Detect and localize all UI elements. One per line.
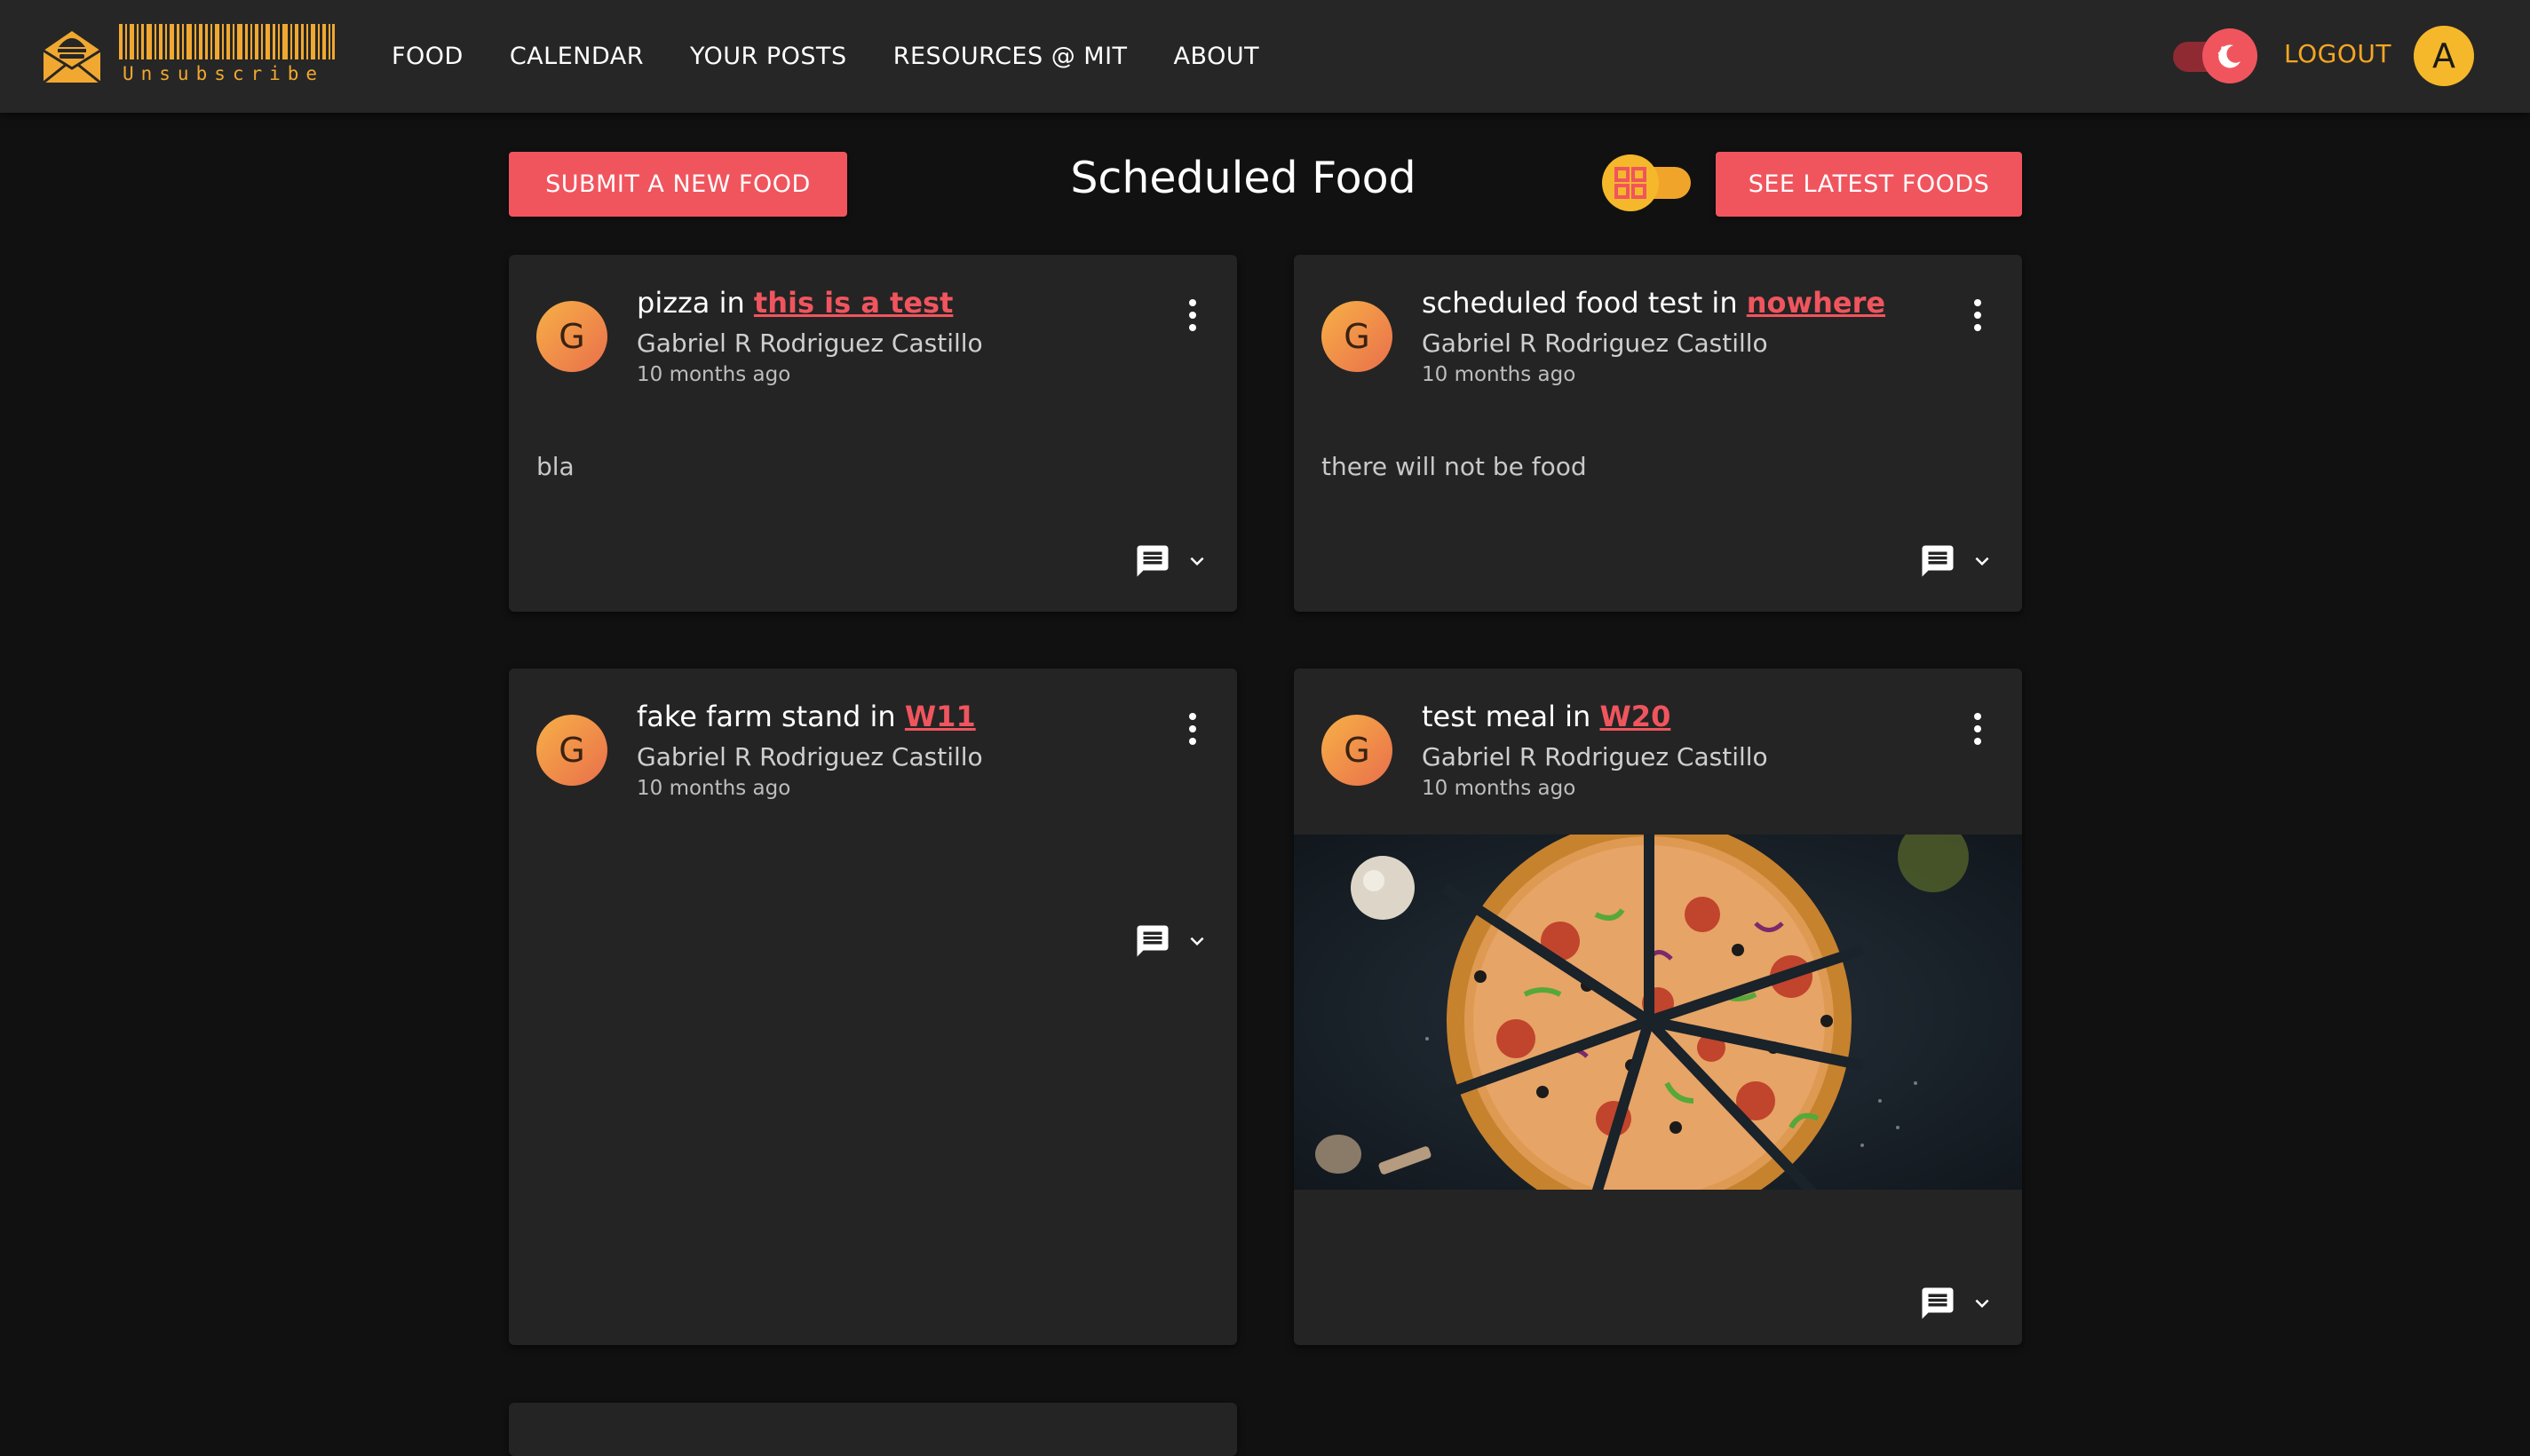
grid-icon <box>1614 167 1646 199</box>
page-title: Scheduled Food <box>1070 153 1416 203</box>
comment-icon[interactable] <box>1919 1285 1956 1322</box>
post-author: Gabriel R Rodriguez Castillo <box>1422 742 1768 772</box>
chevron-down-icon[interactable] <box>1969 548 1995 574</box>
post-location-prefix: in <box>869 700 896 733</box>
post-timestamp: 10 months ago <box>637 363 791 386</box>
post-food-name: fake farm stand <box>637 700 861 733</box>
post-location-link[interactable]: W20 <box>1600 700 1671 733</box>
post-timestamp: 10 months ago <box>1422 777 1576 800</box>
more-options-icon[interactable] <box>1179 709 1206 748</box>
nav-link-about[interactable]: ABOUT <box>1174 43 1260 70</box>
post-food-name: scheduled food test <box>1422 286 1703 320</box>
chevron-down-icon[interactable] <box>1969 1290 1995 1317</box>
user-avatar[interactable]: A <box>2414 26 2474 86</box>
logo-wordmark: Unsubscribe <box>123 63 325 84</box>
author-avatar: G <box>536 715 607 786</box>
submit-new-food-button[interactable]: SUBMIT A NEW FOOD <box>509 152 847 217</box>
nav-link-calendar[interactable]: CALENDAR <box>510 43 644 70</box>
view-toggle-knob <box>1602 154 1659 211</box>
food-post-card: G test meal in W20 Gabriel R Rodriguez C… <box>1294 669 2022 1345</box>
moon-icon <box>2217 44 2241 68</box>
post-location-prefix: in <box>1565 700 1591 733</box>
barcode-icon <box>119 24 335 59</box>
food-post-card: G pizza in this is a test Gabriel R Rodr… <box>509 255 1237 612</box>
post-title: scheduled food test in nowhere <box>1422 286 1885 320</box>
top-navbar: Unsubscribe FOOD CALENDAR YOUR POSTS RES… <box>0 0 2530 113</box>
post-food-name: test meal <box>1422 700 1556 733</box>
view-toggle[interactable] <box>1602 154 1691 211</box>
comment-icon[interactable] <box>1919 542 1956 580</box>
post-location-prefix: in <box>718 286 745 320</box>
food-post-card: G scheduled food test in nowhere Gabriel… <box>1294 255 2022 612</box>
post-timestamp: 10 months ago <box>637 777 791 800</box>
nav-link-food[interactable]: FOOD <box>392 43 464 70</box>
post-actions <box>1919 1281 1999 1325</box>
more-options-icon[interactable] <box>1964 709 1991 748</box>
comment-icon[interactable] <box>1134 922 1171 960</box>
comment-icon[interactable] <box>1134 542 1171 580</box>
author-avatar: G <box>536 301 607 372</box>
post-location-link[interactable]: nowhere <box>1747 286 1885 320</box>
nav-links: FOOD CALENDAR YOUR POSTS RESOURCES @ MIT… <box>392 0 1259 113</box>
post-author: Gabriel R Rodriguez Castillo <box>637 742 983 772</box>
nav-link-your-posts[interactable]: YOUR POSTS <box>690 43 847 70</box>
post-description: there will not be food <box>1321 452 1587 481</box>
more-options-icon[interactable] <box>1964 296 1991 335</box>
post-title: test meal in W20 <box>1422 700 1670 733</box>
envelope-burger-icon <box>43 31 101 84</box>
post-location-prefix: in <box>1711 286 1738 320</box>
author-avatar: G <box>1321 301 1392 372</box>
post-timestamp: 10 months ago <box>1422 363 1576 386</box>
food-photo <box>1294 835 2022 1190</box>
post-title: pizza in this is a test <box>637 286 953 320</box>
see-latest-foods-button[interactable]: SEE LATEST FOODS <box>1716 152 2022 217</box>
post-actions <box>1134 539 1214 583</box>
post-actions <box>1919 539 1999 583</box>
nav-link-resources[interactable]: RESOURCES @ MIT <box>893 43 1128 70</box>
post-author: Gabriel R Rodriguez Castillo <box>1422 328 1768 358</box>
food-post-card-partial <box>509 1403 1237 1456</box>
post-title: fake farm stand in W11 <box>637 700 976 733</box>
food-post-card: G fake farm stand in W11 Gabriel R Rodri… <box>509 669 1237 1345</box>
post-location-link[interactable]: this is a test <box>754 286 953 320</box>
theme-toggle-knob <box>2202 28 2257 83</box>
post-location-link[interactable]: W11 <box>905 700 976 733</box>
unsubscribe-logo[interactable]: Unsubscribe <box>41 22 338 86</box>
post-author: Gabriel R Rodriguez Castillo <box>637 328 983 358</box>
chevron-down-icon[interactable] <box>1184 548 1210 574</box>
post-actions <box>1134 919 1214 963</box>
theme-toggle[interactable] <box>2173 28 2257 85</box>
chevron-down-icon[interactable] <box>1184 928 1210 954</box>
author-avatar: G <box>1321 715 1392 786</box>
post-description: bla <box>536 452 575 481</box>
pizza-photo <box>1294 835 2022 1190</box>
logout-link[interactable]: LOGOUT <box>2284 39 2391 68</box>
post-food-name: pizza <box>637 286 710 320</box>
more-options-icon[interactable] <box>1179 296 1206 335</box>
